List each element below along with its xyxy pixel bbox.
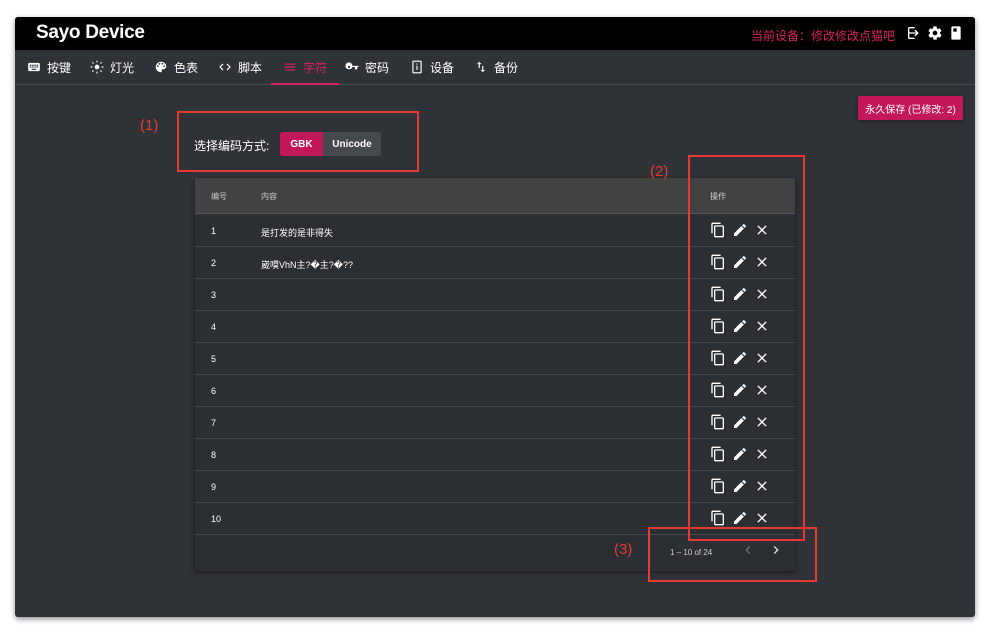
row-number: 5 xyxy=(211,354,217,364)
column-header-content[interactable]: 内容 xyxy=(261,191,277,202)
tab-bar: 按键 灯光 色表 脚本 字符 密码 设备 备份 xyxy=(15,50,975,85)
tab-label: 密码 xyxy=(365,60,390,75)
annotation-label-2: (2) xyxy=(650,163,669,180)
row-number: 10 xyxy=(211,514,222,524)
tab-palette[interactable]: 色表 xyxy=(154,50,198,84)
gear-icon[interactable] xyxy=(927,25,943,41)
title-bar: Sayo Device 当前设备：修改修改点猫吧 xyxy=(15,17,975,50)
row-number: 3 xyxy=(211,290,217,300)
code-icon xyxy=(219,63,231,71)
row-number: 9 xyxy=(211,482,217,492)
tab-password[interactable]: 密码 xyxy=(345,50,389,84)
save-permanently-button[interactable]: 永久保存 (已修改: 2) xyxy=(858,96,963,120)
annotation-box-3 xyxy=(648,527,817,582)
tab-backup[interactable]: 备份 xyxy=(474,50,518,84)
tab-keys[interactable]: 按键 xyxy=(27,50,71,84)
tab-label: 色表 xyxy=(174,60,199,75)
palette-icon xyxy=(155,61,167,73)
tab-label: 设备 xyxy=(430,60,455,75)
tab-label: 字符 xyxy=(303,60,328,75)
keyboard-icon xyxy=(28,62,40,72)
app-title: Sayo Device xyxy=(36,22,145,43)
row-number: 2 xyxy=(211,258,217,268)
annotation-label-3: (3) xyxy=(614,541,633,558)
tab-device[interactable]: 设备 xyxy=(410,50,454,84)
row-number: 6 xyxy=(211,386,217,396)
row-content: 是打发的是非得失 xyxy=(261,228,334,238)
tab-label: 脚本 xyxy=(238,60,263,75)
row-content: 崴嗼VhN主?�主?�?? xyxy=(261,260,353,270)
current-device-label[interactable]: 当前设备：修改修改点猫吧 xyxy=(751,27,895,44)
column-header-number[interactable]: 编号 xyxy=(211,191,227,202)
row-number: 8 xyxy=(211,450,217,460)
menu-lines-icon xyxy=(284,63,296,71)
annotation-box-2 xyxy=(688,155,805,541)
tab-characters[interactable]: 字符 xyxy=(271,50,340,85)
row-number: 1 xyxy=(211,226,217,236)
tab-lighting[interactable]: 灯光 xyxy=(90,50,134,84)
key-icon xyxy=(345,62,359,70)
row-number: 4 xyxy=(211,322,217,332)
tab-label: 灯光 xyxy=(110,60,135,75)
swap-vertical-icon xyxy=(476,61,486,73)
device-icon[interactable] xyxy=(948,25,964,41)
tab-script[interactable]: 脚本 xyxy=(218,50,262,84)
tab-label: 按键 xyxy=(47,60,72,75)
login-icon[interactable] xyxy=(906,25,922,41)
annotation-label-1: (1) xyxy=(140,117,159,134)
annotation-box-1 xyxy=(177,111,419,172)
app-window: Sayo Device 当前设备：修改修改点猫吧 按键 灯光 色表 脚本 字符 … xyxy=(15,17,975,617)
tab-label: 备份 xyxy=(494,60,519,75)
brightness-icon xyxy=(90,60,104,74)
row-number: 7 xyxy=(211,418,217,428)
device-info-icon xyxy=(412,60,422,74)
